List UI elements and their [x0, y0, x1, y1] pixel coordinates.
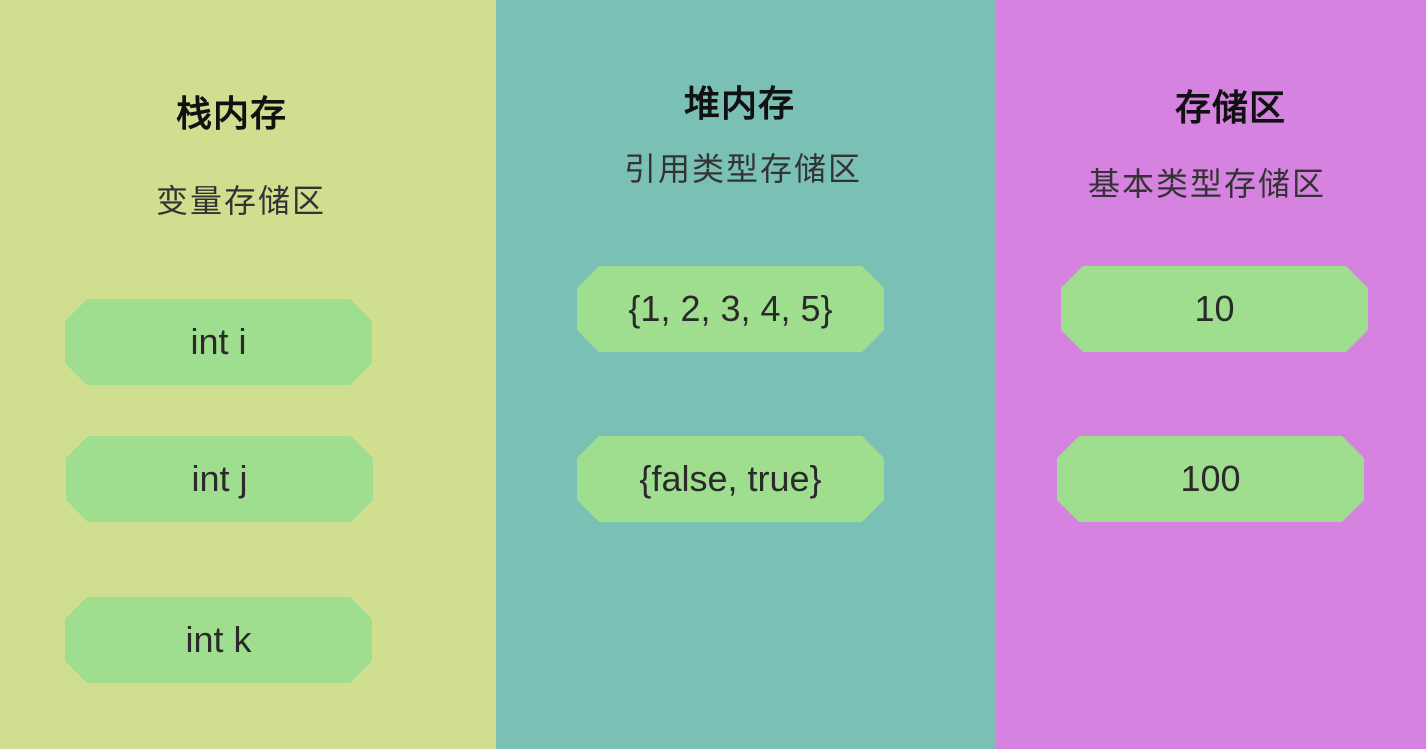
cell-label: {1, 2, 3, 4, 5} [628, 288, 833, 329]
cell-label: int i [190, 321, 247, 362]
heap-memory-subtitle: 引用类型存储区 [624, 150, 863, 188]
storage-title: 存储区 [1175, 88, 1287, 129]
stack-memory-column: 栈内存 变量存储区 int i int j int k [0, 0, 496, 749]
storage-column: 存储区 基本类型存储区 10 100 [995, 0, 1426, 749]
stack-cell-int-k[interactable]: int k [65, 597, 372, 683]
memory-diagram: 栈内存 变量存储区 int i int j int k 堆内存 引用类型存储区 … [0, 0, 1426, 749]
cell-label: int k [185, 619, 252, 660]
stack-cell-int-j[interactable]: int j [66, 436, 373, 522]
cell-label: 10 [1194, 288, 1235, 329]
heap-memory-title: 堆内存 [684, 84, 796, 125]
cell-label: 100 [1180, 458, 1241, 499]
heap-cell-int-array[interactable]: {1, 2, 3, 4, 5} [577, 266, 884, 352]
stack-memory-title: 栈内存 [176, 94, 288, 135]
heap-cell-boolean-array[interactable]: {false, true} [577, 436, 884, 522]
storage-cell-100[interactable]: 100 [1057, 436, 1364, 522]
heap-memory-column: 堆内存 引用类型存储区 {1, 2, 3, 4, 5} {false, true… [496, 0, 995, 749]
cell-label: int j [191, 458, 248, 499]
stack-memory-subtitle: 变量存储区 [156, 182, 327, 220]
storage-cell-10[interactable]: 10 [1061, 266, 1368, 352]
storage-subtitle: 基本类型存储区 [1088, 165, 1327, 203]
cell-label: {false, true} [639, 458, 822, 499]
stack-cell-int-i[interactable]: int i [65, 299, 372, 385]
